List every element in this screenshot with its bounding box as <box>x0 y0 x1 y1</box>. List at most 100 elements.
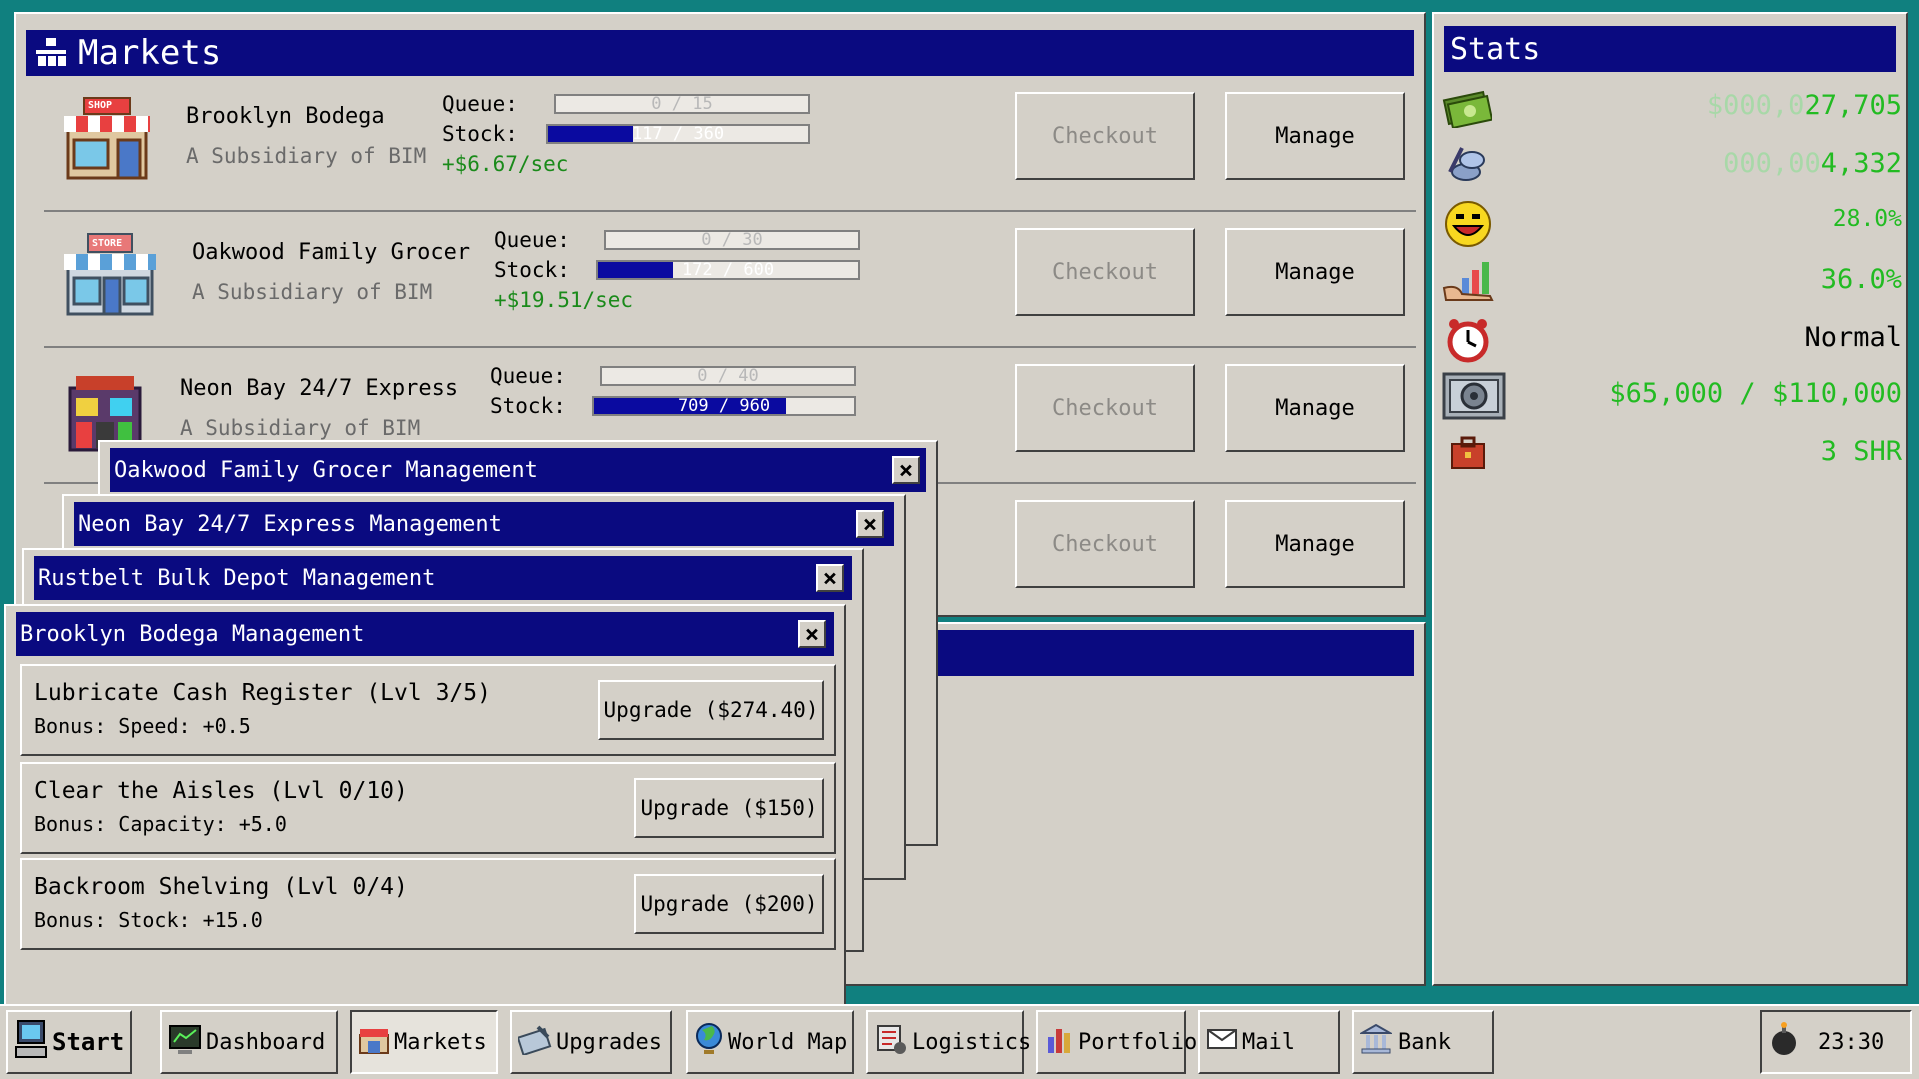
stat-vault: $65,000 / $110,000 <box>1442 372 1902 420</box>
upgrade-name: Clear the Aisles (Lvl 0/10) <box>34 778 408 804</box>
neonbay-management-title: Neon Bay 24/7 Express Management <box>78 511 502 537</box>
income-rate: +$19.51/sec <box>494 288 634 312</box>
stats-title: Stats <box>1450 31 1541 67</box>
rustbelt-management-title: Rustbelt Bulk Depot Management <box>38 565 436 591</box>
close-neonbay-management-button[interactable]: × <box>856 510 884 538</box>
taskbar-logistics[interactable]: Logistics <box>866 1010 1031 1074</box>
shop-sign: SHOP <box>88 100 113 111</box>
stock-value: 117 / 360 <box>631 124 725 144</box>
queue-value: 0 / 30 <box>701 230 763 250</box>
queue-bar: 0 / 40 <box>600 366 856 386</box>
markets-icon <box>34 36 68 70</box>
taskbar-bank[interactable]: Bank <box>1352 1010 1494 1074</box>
queue-value: 0 / 40 <box>697 366 759 386</box>
income-rate: +$6.67/sec <box>442 152 569 176</box>
stat-shares-value: 3 SHR <box>1820 436 1902 467</box>
checkout-button[interactable]: Checkout <box>1015 364 1195 452</box>
queue-label: Queue: <box>490 364 566 388</box>
stat-coins-dim: 000,00 <box>1723 148 1821 179</box>
upgrade-name: Backroom Shelving (Lvl 0/4) <box>34 874 408 900</box>
rustbelt-management-titlebar[interactable]: Rustbelt Bulk Depot Management <box>34 556 852 600</box>
taskbar-portfolio[interactable]: Portfolio <box>1036 1010 1197 1074</box>
close-rustbelt-management-button[interactable]: × <box>816 564 844 592</box>
dashboard-icon <box>168 1022 202 1062</box>
shop-storefront-icon: SHOP <box>62 94 152 188</box>
happy-face-icon <box>1444 200 1492 252</box>
manage-button[interactable]: Manage <box>1225 228 1405 316</box>
stat-vault-value: $65,000 / $110,000 <box>1609 378 1902 409</box>
manage-button[interactable]: Manage <box>1225 92 1405 180</box>
queue-value: 0 / 15 <box>651 94 713 114</box>
taskbar-label: Dashboard <box>206 1029 326 1055</box>
market-name: Oakwood Family Grocer <box>192 240 471 265</box>
start-label: Start <box>52 1028 125 1056</box>
taskbar-label: World Map <box>728 1029 848 1055</box>
checkout-button[interactable]: Checkout <box>1015 500 1195 588</box>
close-oakwood-management-button[interactable]: × <box>892 456 920 484</box>
taskbar-dashboard[interactable]: Dashboard <box>160 1010 338 1074</box>
markets-taskbar-icon <box>358 1023 390 1061</box>
checkout-button[interactable]: Checkout <box>1015 228 1195 316</box>
upgrade-bonus: Bonus: Capacity: +5.0 <box>34 812 287 836</box>
taskbar-label: Mail <box>1242 1029 1295 1055</box>
brooklyn-management-title: Brooklyn Bodega Management <box>20 621 365 647</box>
queue-label: Queue: <box>442 92 518 116</box>
manage-button[interactable]: Manage <box>1225 364 1405 452</box>
stat-coins: 000,004,332 <box>1442 142 1902 186</box>
upgrade-button[interactable]: Upgrade ($150) <box>634 778 824 838</box>
close-icon: × <box>822 564 838 592</box>
upgrade-bonus: Bonus: Speed: +0.5 <box>34 714 251 738</box>
stat-speed-value: Normal <box>1804 322 1902 353</box>
taskbar-markets[interactable]: Markets <box>350 1010 498 1074</box>
markets-titlebar[interactable]: Markets <box>26 30 1414 76</box>
stat-happiness: 28.0% <box>1442 200 1902 247</box>
stat-money-value: 27,705 <box>1804 90 1902 121</box>
market-subsidiary: A Subsidiary of BIM <box>186 144 427 168</box>
neonbay-management-titlebar[interactable]: Neon Bay 24/7 Express Management <box>74 502 894 546</box>
start-button[interactable]: Start <box>6 1010 132 1074</box>
checkout-button[interactable]: Checkout <box>1015 92 1195 180</box>
close-icon: × <box>862 510 878 538</box>
money-stack-icon <box>1442 84 1494 132</box>
stock-bar: 117 / 360 <box>546 124 810 144</box>
market-row: SHOP Brooklyn Bodega A Subsidiary of BIM… <box>44 78 1416 212</box>
close-brooklyn-management-button[interactable]: × <box>798 620 826 648</box>
chart-hand-icon <box>1442 258 1498 306</box>
stat-growth: 36.0% <box>1442 258 1902 302</box>
upgrade-item: Backroom Shelving (Lvl 0/4) Bonus: Stock… <box>20 858 836 950</box>
stat-coins-value: 4,332 <box>1820 148 1902 179</box>
vault-icon <box>1442 372 1506 424</box>
alarm-clock-icon <box>1444 316 1492 368</box>
taskbar-label: Portfolio <box>1078 1029 1198 1055</box>
market-subsidiary: A Subsidiary of BIM <box>192 280 433 304</box>
queue-bar: 0 / 30 <box>604 230 860 250</box>
taskbar-mail[interactable]: Mail <box>1198 1010 1340 1074</box>
logistics-icon <box>874 1022 908 1062</box>
close-icon: × <box>804 620 820 648</box>
market-row: STORE Oakwood Family Grocer A Subsidiary… <box>44 214 1416 348</box>
manage-button[interactable]: Manage <box>1225 500 1405 588</box>
stock-bar: 172 / 600 <box>596 260 860 280</box>
mail-icon <box>1206 1026 1238 1058</box>
market-name: Brooklyn Bodega <box>186 104 385 129</box>
taskbar-world-map[interactable]: World Map <box>686 1010 854 1074</box>
brooklyn-management-titlebar[interactable]: Brooklyn Bodega Management <box>16 612 834 656</box>
taskbar-label: Bank <box>1398 1029 1451 1055</box>
stock-value: 172 / 600 <box>681 260 775 280</box>
taskbar-upgrades[interactable]: Upgrades <box>510 1010 672 1074</box>
globe-icon <box>694 1022 724 1062</box>
queue-bar: 0 / 15 <box>554 94 810 114</box>
stat-growth-value: 36.0% <box>1820 264 1902 295</box>
brooklyn-management-window: Brooklyn Bodega Management × Lubricate C… <box>4 604 846 1008</box>
upgrade-button[interactable]: Upgrade ($200) <box>634 874 824 934</box>
upgrade-bonus: Bonus: Stock: +15.0 <box>34 908 263 932</box>
oakwood-management-titlebar[interactable]: Oakwood Family Grocer Management <box>110 448 926 492</box>
tray-bomb-icon[interactable] <box>1768 1021 1804 1063</box>
stats-titlebar[interactable]: Stats <box>1444 26 1896 72</box>
stock-label: Stock: <box>442 122 518 146</box>
coins-icon <box>1442 142 1492 190</box>
stat-money-dim: $000,0 <box>1706 90 1805 121</box>
taskbar-label: Markets <box>394 1029 487 1055</box>
upgrade-button[interactable]: Upgrade ($274.40) <box>598 680 824 740</box>
oakwood-management-title: Oakwood Family Grocer Management <box>114 457 538 483</box>
